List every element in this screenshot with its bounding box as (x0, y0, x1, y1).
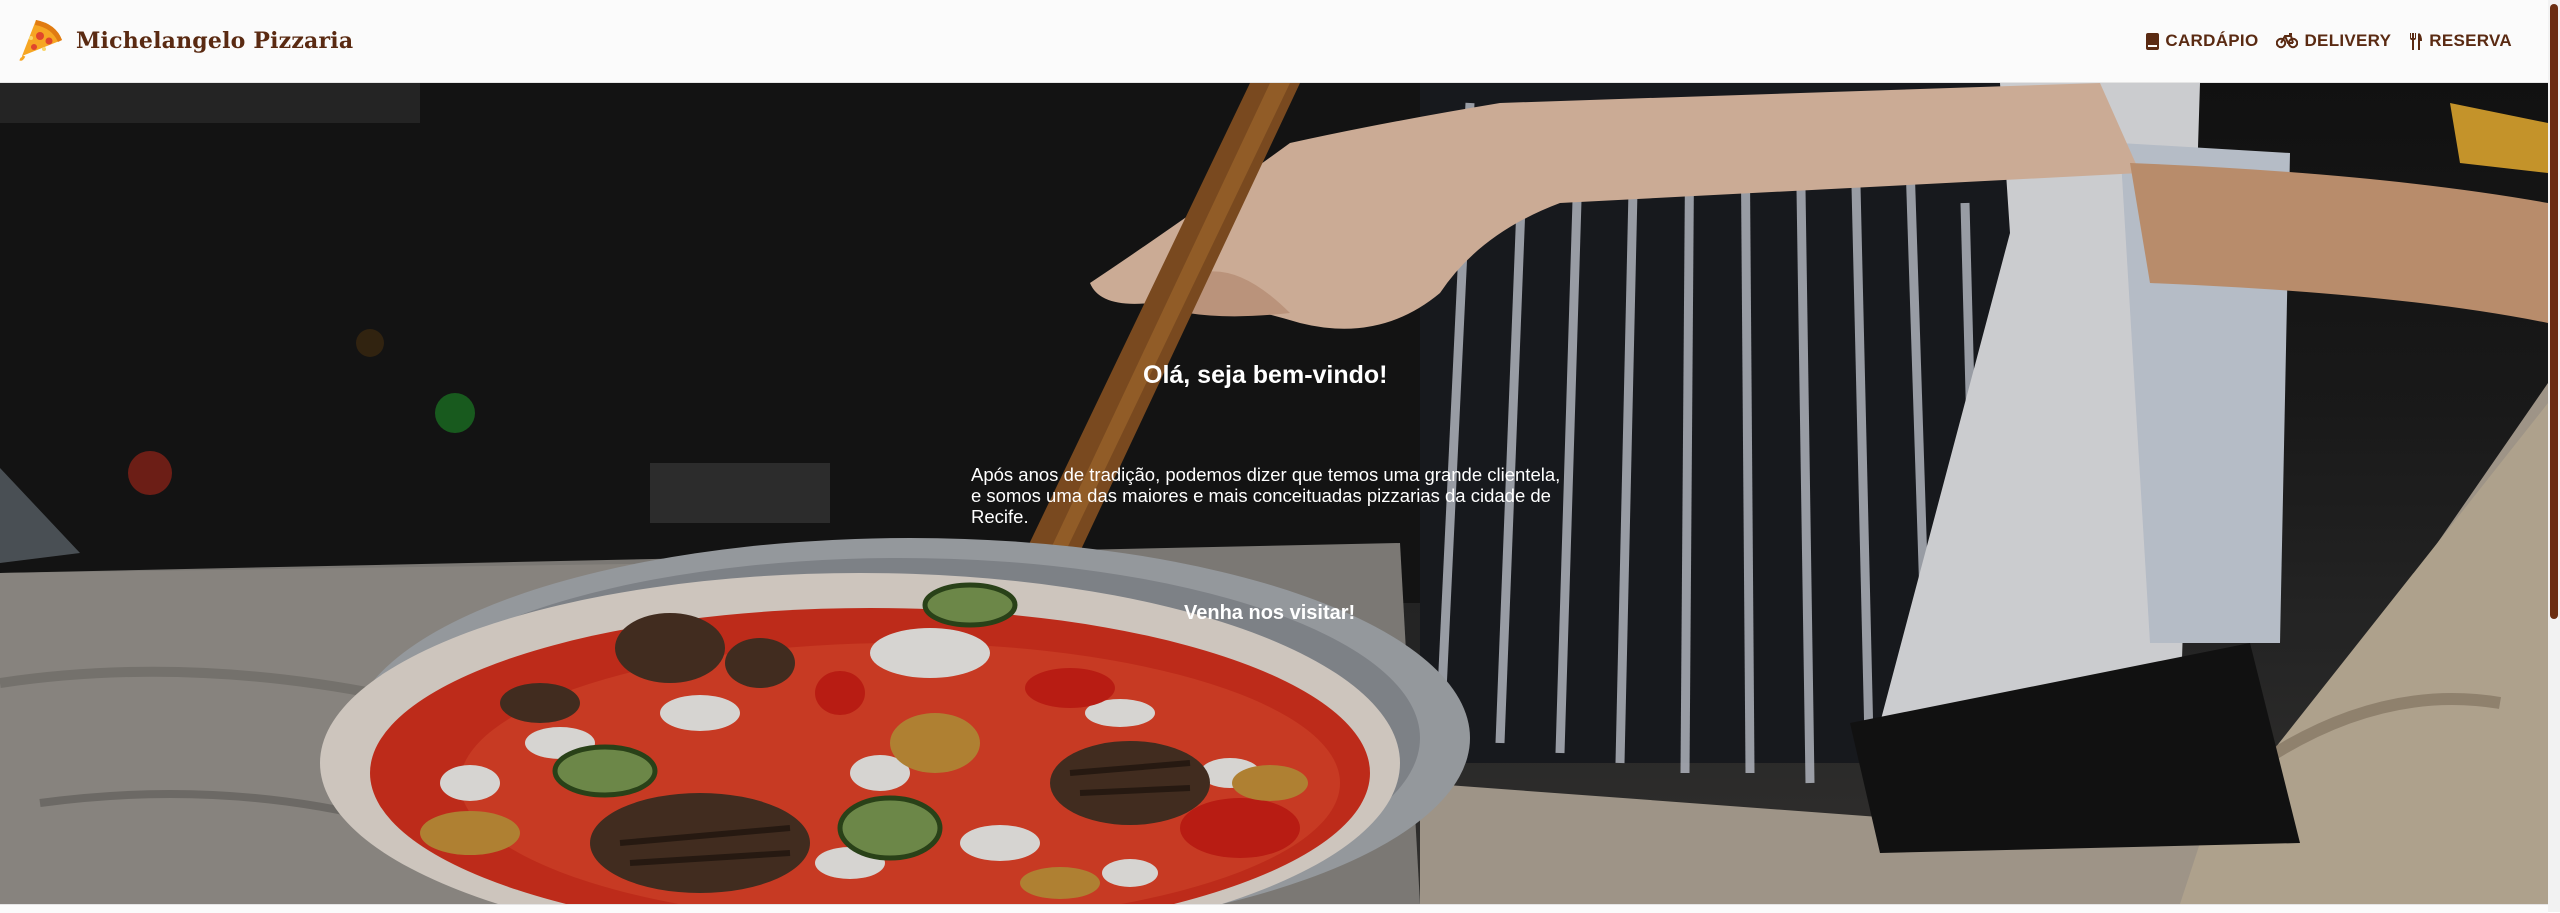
site-header: Michelangelo Pizzaria CARDÁPIO DELIVERY … (0, 0, 2548, 83)
scrollbar-thumb[interactable] (2550, 4, 2558, 619)
hero-description: Após anos de tradição, podemos dizer que… (971, 464, 1561, 527)
pizza-slice-icon (16, 16, 64, 67)
nav-delivery-label: DELIVERY (2304, 31, 2392, 50)
fork-knife-icon (2409, 32, 2423, 50)
nav-reserva-label: RESERVA (2429, 31, 2512, 50)
hero-section: Olá, seja bem-vindo! Após anos de tradiç… (0, 83, 2548, 904)
page-scrollbar[interactable] (2548, 0, 2560, 912)
brand-name: Michelangelo Pizzaria (76, 28, 354, 54)
hero-cta: Venha nos visitar! (1184, 602, 1356, 624)
nav-delivery[interactable]: DELIVERY (2276, 31, 2391, 51)
hero-content: Olá, seja bem-vindo! Após anos de tradiç… (0, 83, 2548, 904)
nav-cardapio[interactable]: CARDÁPIO (2146, 31, 2258, 51)
nav-reserva[interactable]: RESERVA (2409, 31, 2512, 51)
nav-cardapio-label: CARDÁPIO (2165, 31, 2259, 50)
main-nav: CARDÁPIO DELIVERY RESERVA (2146, 31, 2512, 51)
brand[interactable]: Michelangelo Pizzaria (16, 16, 353, 67)
hero-welcome: Olá, seja bem-vindo! (1143, 361, 1388, 389)
menu-book-icon (2146, 32, 2160, 50)
bicycle-icon (2276, 33, 2299, 49)
